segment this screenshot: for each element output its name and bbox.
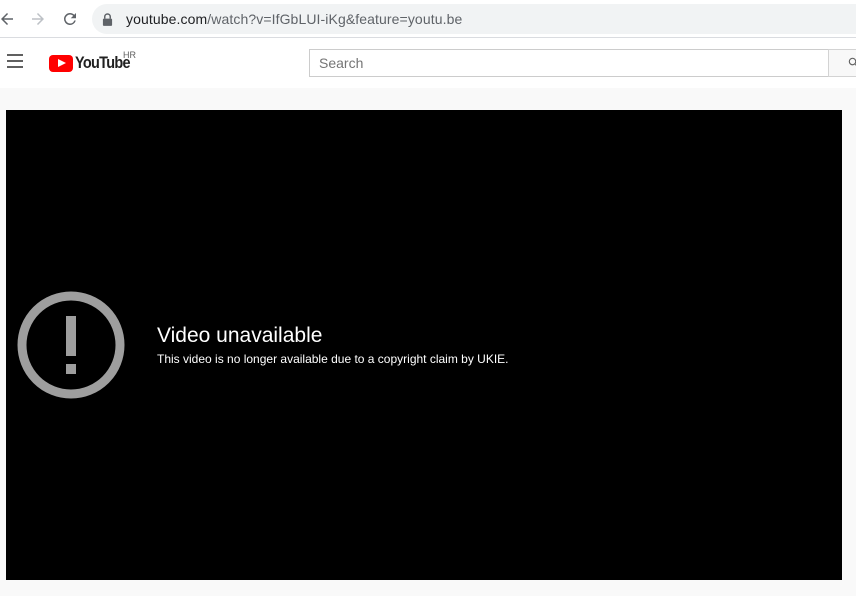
- reload-button[interactable]: [57, 6, 83, 32]
- arrow-left-icon: [1, 13, 13, 25]
- back-button[interactable]: [0, 6, 20, 32]
- region-code: HR: [123, 50, 136, 60]
- youtube-header: YouTube HR: [0, 38, 856, 88]
- error-title: Video unavailable: [157, 324, 323, 347]
- arrow-right-icon: [32, 13, 44, 25]
- youtube-logo[interactable]: YouTube HR: [49, 50, 140, 73]
- url-path: /watch?v=IfGbLUI-iKg&feature=youtu.be: [207, 11, 463, 27]
- hamburger-menu-icon[interactable]: [7, 54, 25, 72]
- search-icon: [848, 57, 856, 66]
- youtube-play-icon: [49, 54, 73, 72]
- address-bar[interactable]: youtube.com/watch?v=IfGbLUI-iKg&feature=…: [92, 4, 856, 34]
- search-input[interactable]: [319, 55, 828, 71]
- exclamation-circle-icon: [17, 291, 125, 399]
- reload-icon: [63, 12, 76, 25]
- url-text: youtube.com/watch?v=IfGbLUI-iKg&feature=…: [126, 11, 462, 27]
- logo-text: YouTube: [75, 53, 131, 72]
- forward-button[interactable]: [25, 6, 51, 32]
- search-button[interactable]: [828, 49, 856, 77]
- error-reason: This video is no longer available due to…: [157, 352, 509, 366]
- url-host: youtube.com: [126, 11, 208, 27]
- search-field[interactable]: [309, 49, 829, 77]
- browser-toolbar: youtube.com/watch?v=IfGbLUI-iKg&feature=…: [0, 0, 856, 38]
- video-player[interactable]: Video unavailable This video is no longe…: [6, 110, 842, 580]
- lock-icon: [102, 12, 114, 26]
